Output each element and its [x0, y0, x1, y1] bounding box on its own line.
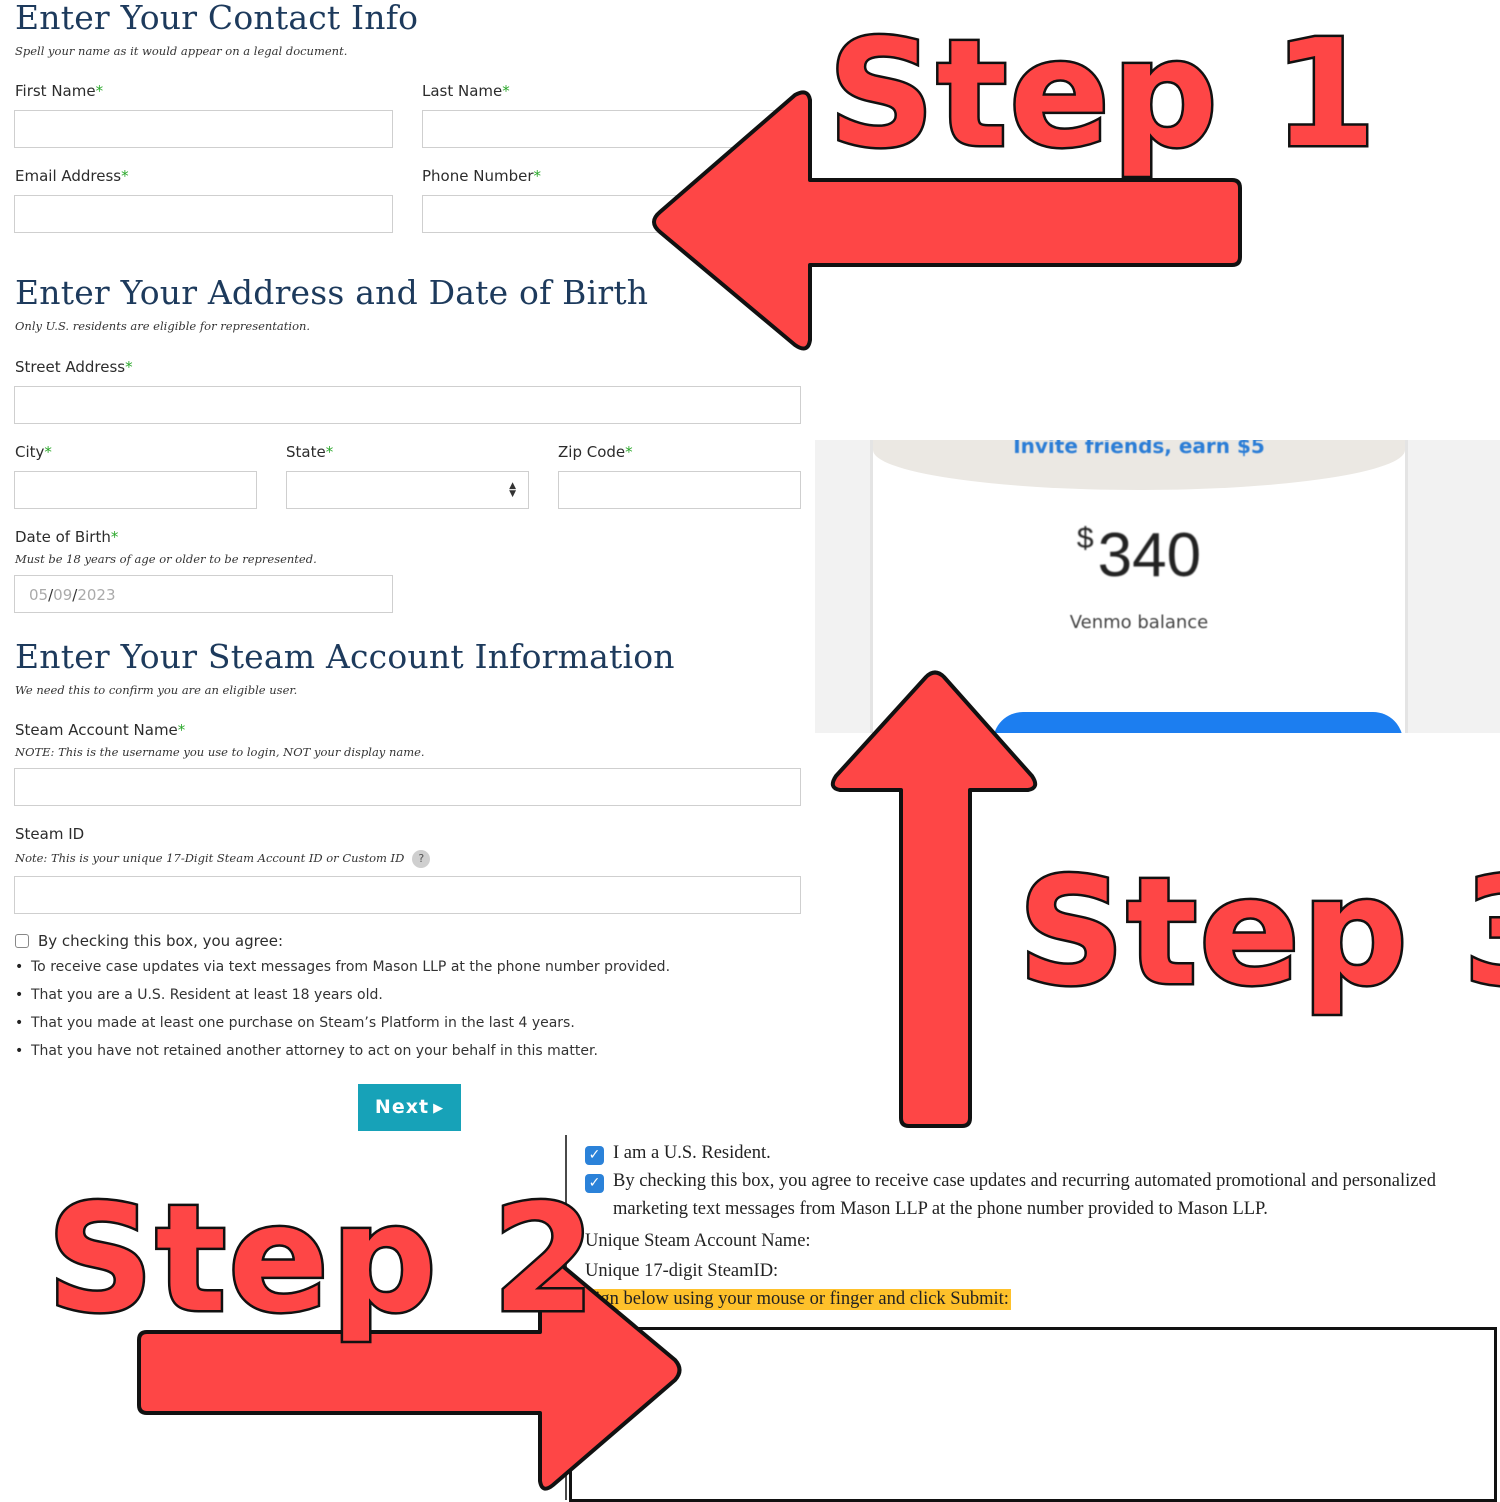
step-2-label: Step 2 — [44, 1173, 598, 1345]
up-arrow — [830, 670, 1038, 1128]
step-1-label: Step 1 — [825, 8, 1379, 180]
step-3-label: Step 3 — [1015, 846, 1500, 1018]
